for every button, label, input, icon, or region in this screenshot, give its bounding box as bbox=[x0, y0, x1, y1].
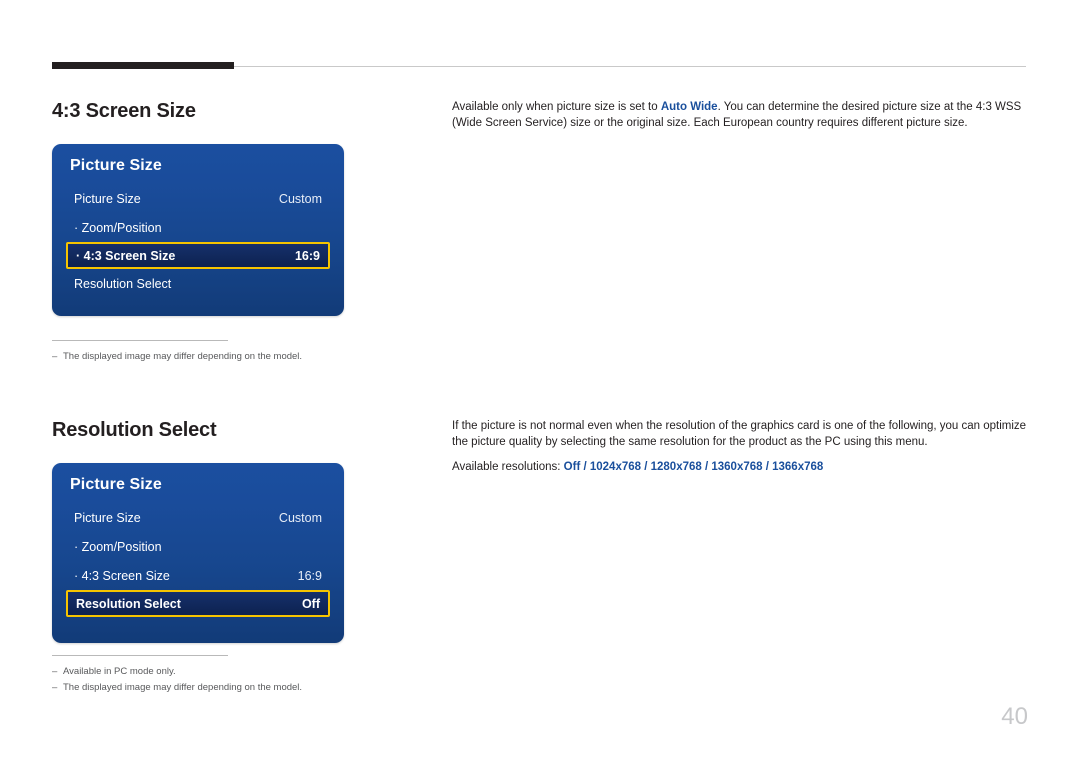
footnote-text: The displayed image may differ depending… bbox=[63, 351, 303, 362]
osd-row-label: Picture Size bbox=[74, 191, 141, 206]
osd-row-resolution-select[interactable]: Resolution Select bbox=[66, 269, 330, 298]
osd-row-picture-size[interactable]: Picture Size Custom bbox=[66, 503, 330, 532]
footnote-dash-icon: – bbox=[52, 351, 58, 362]
header-accent-bar bbox=[52, 62, 234, 69]
description-prefix: Available only when picture size is set … bbox=[452, 101, 661, 113]
available-resolutions-label: Available resolutions: bbox=[452, 461, 564, 473]
osd-header-1: Picture Size bbox=[70, 157, 162, 174]
footnote-line: – Available in PC mode only. bbox=[52, 664, 302, 680]
osd-row-zoom-position[interactable]: · Zoom/Position bbox=[66, 532, 330, 561]
section-title-resolution-select: Resolution Select bbox=[52, 419, 217, 441]
osd-row-label: Resolution Select bbox=[74, 276, 172, 291]
section-title-43-screen-size: 4:3 Screen Size bbox=[52, 100, 196, 122]
osd-row-43-screen-size-selected[interactable]: · 4:3 Screen Size 16:9 bbox=[66, 242, 330, 269]
osd-row-picture-size[interactable]: Picture Size Custom bbox=[66, 184, 330, 213]
osd-row-value: 16:9 bbox=[297, 568, 322, 583]
osd-panel-picture-size-2: Picture Size Picture Size Custom · Zoom/… bbox=[52, 463, 344, 643]
footnotes-section-2: – Available in PC mode only. – The display… bbox=[52, 655, 302, 696]
section-description-43-screen-size: Available only when picture size is set … bbox=[452, 99, 1027, 131]
osd-row-label: · Zoom/Position bbox=[74, 539, 162, 554]
footnote-text: The displayed image may differ depending… bbox=[63, 682, 303, 693]
osd-row-value: Off bbox=[301, 596, 320, 611]
osd-row-label: Picture Size bbox=[74, 510, 141, 525]
osd-row-label: · 4:3 Screen Size bbox=[76, 248, 176, 263]
osd-row-list-1: Picture Size Custom · Zoom/Position · 4:… bbox=[52, 184, 344, 298]
footnote-line: – The displayed image may differ dependin… bbox=[52, 680, 302, 696]
osd-row-resolution-select-selected[interactable]: Resolution Select Off bbox=[66, 590, 330, 617]
description-text: If the picture is not normal even when t… bbox=[452, 420, 1027, 448]
section-description-resolution-select: If the picture is not normal even when t… bbox=[452, 418, 1027, 475]
footnote-divider bbox=[52, 340, 228, 341]
osd-row-label: · Zoom/Position bbox=[74, 220, 162, 235]
footnote-text: Available in PC mode only. bbox=[63, 666, 176, 677]
available-resolutions-values: Off / 1024x768 / 1280x768 / 1360x768 / 1… bbox=[563, 461, 824, 473]
footnotes-section-1: – The displayed image may differ dependin… bbox=[52, 340, 302, 365]
osd-row-label: Resolution Select bbox=[76, 596, 181, 611]
available-resolutions-line: Available resolutions: Off / 1024x768 / … bbox=[452, 459, 1027, 475]
osd-row-zoom-position[interactable]: · Zoom/Position bbox=[66, 213, 330, 242]
osd-row-value: 16:9 bbox=[294, 248, 320, 263]
footnote-dash-icon: – bbox=[52, 682, 58, 693]
osd-row-value: Custom bbox=[278, 191, 322, 206]
osd-row-value: Custom bbox=[278, 510, 322, 525]
description-highlight-auto-wide: Auto Wide bbox=[660, 101, 718, 113]
osd-row-list-2: Picture Size Custom · Zoom/Position · 4:… bbox=[52, 503, 344, 617]
osd-header-2: Picture Size bbox=[70, 476, 162, 493]
page-number: 40 bbox=[1001, 703, 1028, 730]
osd-row-label: · 4:3 Screen Size bbox=[74, 568, 170, 583]
footnote-dash-icon: – bbox=[52, 666, 58, 677]
osd-panel-picture-size-1: Picture Size Picture Size Custom · Zoom/… bbox=[52, 144, 344, 316]
osd-row-43-screen-size[interactable]: · 4:3 Screen Size 16:9 bbox=[66, 561, 330, 590]
footnote-divider bbox=[52, 655, 228, 656]
footnote-line: – The displayed image may differ dependin… bbox=[52, 349, 302, 365]
